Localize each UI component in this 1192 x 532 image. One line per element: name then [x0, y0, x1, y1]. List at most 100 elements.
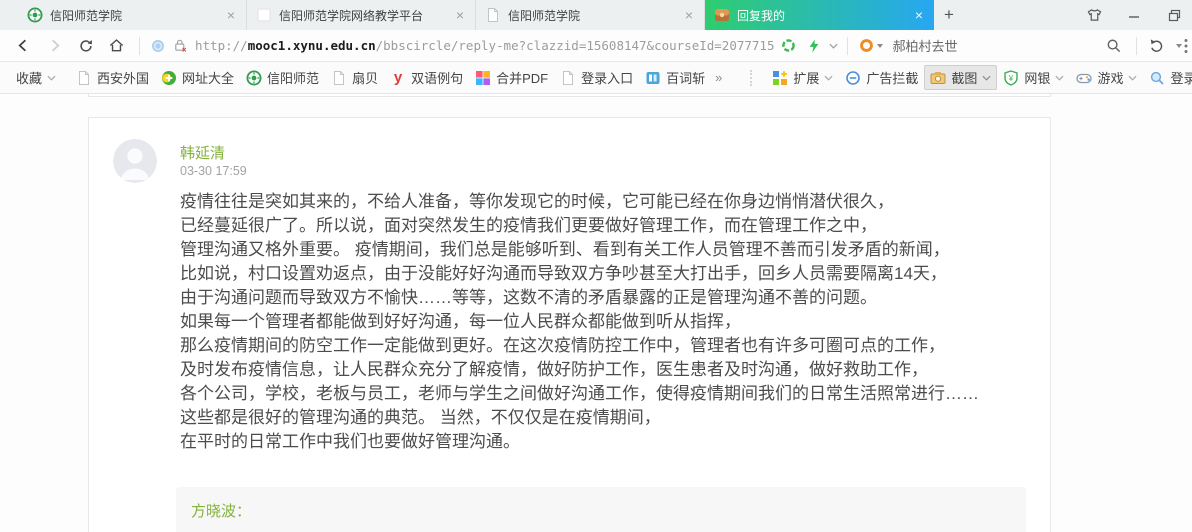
favorites-menu[interactable]: 收藏	[10, 65, 62, 90]
url-protocol: http://	[195, 38, 248, 53]
toolbar-login-manager[interactable]: 登录管家	[1143, 65, 1192, 90]
separator	[750, 70, 754, 86]
youdao-y-icon: y	[390, 70, 406, 86]
search-suggestion-text[interactable]: 郝柏村去世	[892, 36, 957, 55]
tab-teaching-platform[interactable]: 信阳师范学院网络教学平台 ×	[247, 0, 476, 30]
address-bar[interactable]: × http://mooc1.xynu.edu.cn/bbscircle/rep…	[147, 38, 774, 53]
caret-down-icon	[877, 44, 883, 48]
university-logo-icon	[27, 7, 43, 23]
bookmark-label: 网址大全	[182, 68, 234, 87]
site-mode-icon[interactable]	[147, 39, 169, 53]
avatar[interactable]	[113, 139, 157, 183]
tab-close-icon[interactable]: ×	[454, 8, 466, 22]
chaoxing-favicon-icon	[714, 7, 730, 23]
chevron-down-icon	[1055, 75, 1064, 81]
toolbar-label: 游戏	[1097, 68, 1123, 87]
toolbar-label: 网银	[1024, 68, 1050, 87]
chevron-down-icon[interactable]	[826, 34, 840, 58]
favorites-label: 收藏	[16, 68, 42, 87]
site-directory-icon	[161, 70, 177, 86]
menu-more-icon[interactable]	[1184, 34, 1192, 58]
bookmark-label: 双语例句	[411, 68, 463, 87]
toolbar-online-banking[interactable]: ¥ 网银	[997, 65, 1070, 90]
bookmarks-bar: 收藏 西安外国 网址大全 信阳师范 扇贝 y 双语例句 合并PDF	[0, 62, 1192, 94]
forward-icon[interactable]	[39, 31, 70, 61]
gamepad-icon	[1076, 70, 1092, 86]
bookmark-label: 信阳师范	[267, 68, 319, 87]
tab-close-icon[interactable]: ×	[225, 8, 237, 22]
post-timestamp: 03-30 17:59	[180, 164, 247, 178]
bookmark-label: 登录入口	[581, 68, 633, 87]
document-icon	[560, 70, 576, 86]
previous-post-card-bottom	[88, 94, 1051, 97]
chevron-down-icon	[982, 75, 991, 81]
webpage-content: 韩延清 03-30 17:59 疫情往往是突如其来的，不给人准备，等你发现它的时…	[0, 94, 1192, 532]
url-path: /bbscircle/reply-me?clazzid=15608147&cou…	[376, 38, 775, 53]
bookmark-item[interactable]: 信阳师范	[240, 65, 325, 90]
adblock-minus-circle-icon	[845, 70, 861, 86]
toolbar-label: 广告拦截	[866, 68, 918, 87]
toolbar-adblock[interactable]: 广告拦截	[839, 65, 924, 90]
bookmark-item[interactable]: y 双语例句	[384, 65, 469, 90]
post-body-text: 疫情往往是突如其来的，不给人准备，等你发现它的时候，它可能已经在你身边悄悄潜伏很…	[180, 190, 1052, 454]
bookmark-item[interactable]: 合并PDF	[469, 65, 554, 90]
quoted-author-name[interactable]: 方晓波：	[191, 503, 251, 520]
toolbar-games[interactable]: 游戏	[1070, 65, 1143, 90]
bookmark-item[interactable]: 扇贝	[325, 65, 384, 90]
toolbar-screenshot[interactable]: 截图	[924, 65, 997, 90]
document-icon	[76, 70, 92, 86]
toolbar-label: 截图	[951, 68, 977, 87]
tab-close-icon[interactable]: ×	[683, 8, 695, 22]
search-engine-360-icon	[859, 38, 874, 53]
refresh-icon[interactable]	[70, 31, 101, 61]
document-icon	[331, 70, 347, 86]
toolbar-extensions[interactable]: 扩展	[766, 65, 839, 90]
tab-title: 回复我的	[737, 7, 906, 24]
reply-post-card: 韩延清 03-30 17:59 疫情往往是突如其来的，不给人准备，等你发现它的时…	[88, 117, 1051, 532]
address-toolbar: × http://mooc1.xynu.edu.cn/bbscircle/rep…	[0, 30, 1192, 62]
bookmark-item[interactable]: 登录入口	[554, 65, 639, 90]
tab-title: 信阳师范学院	[508, 7, 676, 24]
snapshot-shutter-icon[interactable]	[776, 34, 800, 58]
post-author-name[interactable]: 韩延清	[180, 142, 225, 163]
bookmark-label: 西安外国	[97, 68, 149, 87]
reopen-closed-tab-icon[interactable]	[1144, 31, 1170, 61]
tab-title: 信阳师范学院	[50, 7, 218, 24]
tab-xynu-1[interactable]: 信阳师范学院 ×	[18, 0, 247, 30]
speed-mode-lightning-icon[interactable]	[802, 34, 826, 58]
restore-window-icon[interactable]	[1162, 3, 1186, 27]
separator	[847, 37, 848, 55]
bookmark-item[interactable]: 西安外国	[70, 65, 155, 90]
bookmark-label: 合并PDF	[496, 68, 548, 87]
colorful-grid-icon	[475, 70, 491, 86]
theme-skin-icon[interactable]	[1082, 3, 1106, 27]
university-logo-icon	[246, 70, 262, 86]
chevron-down-icon	[824, 75, 833, 81]
bookmark-item[interactable]: 网址大全	[155, 65, 240, 90]
tab-xynu-2[interactable]: 信阳师范学院 ×	[476, 0, 705, 30]
caret-down-icon[interactable]	[1170, 34, 1184, 58]
bank-shield-icon: ¥	[1003, 70, 1019, 86]
bookmarks-overflow-icon[interactable]: »	[715, 70, 722, 85]
search-magnifier-icon[interactable]	[1098, 31, 1129, 61]
bookmark-item[interactable]: 百词斩	[639, 65, 711, 90]
svg-text:×: ×	[181, 46, 186, 53]
person-silhouette-icon	[113, 139, 157, 183]
insecure-lock-icon[interactable]: ×	[169, 38, 191, 53]
back-icon[interactable]	[8, 31, 39, 61]
tab-title: 信阳师范学院网络教学平台	[279, 7, 447, 24]
search-engine-selector[interactable]	[859, 38, 883, 53]
chevron-down-icon	[1128, 75, 1137, 81]
tab-close-icon[interactable]: ×	[913, 8, 925, 22]
quoted-reply-box: 方晓波：	[176, 487, 1026, 532]
url-host: mooc1.xynu.edu.cn	[248, 38, 376, 53]
screenshot-camera-icon	[930, 70, 946, 86]
minimize-icon[interactable]	[1122, 3, 1146, 27]
extensions-icon	[772, 70, 788, 86]
tab-bar: 信阳师范学院 × 信阳师范学院网络教学平台 × 信阳师范学院 × 回复我的 × …	[0, 0, 1192, 30]
tab-reply-me-active[interactable]: 回复我的 ×	[705, 0, 934, 30]
separator	[139, 37, 140, 55]
home-icon[interactable]	[101, 31, 132, 61]
toolbar-label: 扩展	[793, 68, 819, 87]
new-tab-button[interactable]: +	[934, 0, 964, 30]
